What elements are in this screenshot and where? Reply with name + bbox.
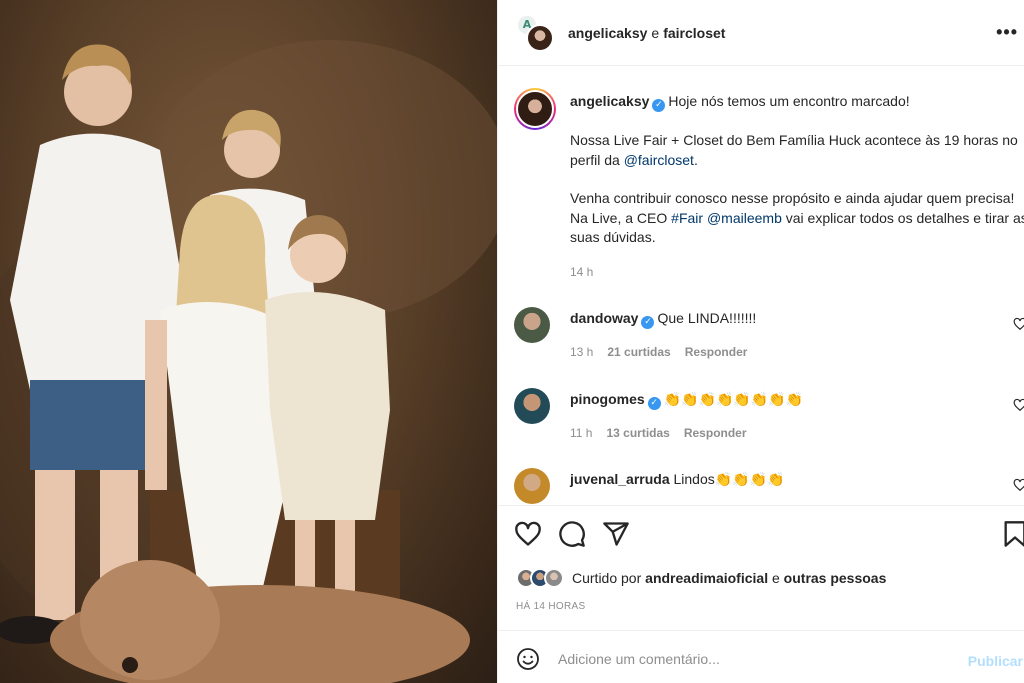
post-side-panel: A angelicaksy e faircloset ••• angelicaksy…: [497, 0, 1024, 683]
verified-badge-icon: ✓: [647, 397, 661, 410]
comment-username[interactable]: juvenal_arruda: [570, 471, 670, 487]
reply-button[interactable]: Responder: [684, 426, 747, 440]
emoji-smiley-icon[interactable]: [516, 647, 540, 671]
comment-meta: 13 h 21 curtidas Responder: [570, 345, 761, 359]
liked-by-user[interactable]: andreadimaioficial: [645, 570, 768, 586]
comment-time[interactable]: 11 h: [570, 426, 592, 440]
comment-text: Lindos👏👏👏👏: [673, 471, 785, 487]
caption-text: angelicaksy ✓ Hoje nós temos um encontro m…: [570, 92, 1024, 282]
comment-username[interactable]: dandoway: [570, 310, 638, 326]
comment-username[interactable]: pinogomes: [570, 391, 645, 407]
comment-like-heart-icon[interactable]: [1013, 478, 1024, 492]
liked-prefix: Curtido por: [572, 570, 642, 586]
caption-line-1: Hoje nós temos um encontro marcado!: [668, 93, 910, 109]
caption-paragraph-2: Nossa Live Fair + Closet do Bem Família …: [570, 131, 1024, 170]
add-comment-bar: Publicar: [498, 630, 1024, 683]
comment-like-heart-icon[interactable]: [1013, 317, 1024, 331]
liked-others[interactable]: outras pessoas: [784, 570, 887, 586]
comment-body: juvenal_arruda Lindos👏👏👏👏: [570, 471, 784, 488]
mention-faircloset[interactable]: @faircloset: [624, 152, 694, 168]
comment-avatar-pinogomes[interactable]: [514, 388, 550, 424]
more-horizontal-icon[interactable]: •••: [996, 22, 1018, 43]
mention-maileemb[interactable]: @maileemb: [707, 210, 782, 226]
post-actions: [498, 505, 1024, 560]
comment-bubble-icon[interactable]: [558, 520, 586, 548]
post-header: A angelicaksy e faircloset •••: [498, 0, 1024, 66]
header-username-2[interactable]: faircloset: [663, 25, 725, 41]
comment-body: dandoway ✓ Que LINDA!!!!!!!: [570, 310, 756, 329]
comment-body: pinogomes ✓ 👏👏👏👏👏👏👏👏: [570, 391, 803, 410]
caption-time[interactable]: 14 h: [570, 263, 1024, 283]
caption-p2-end: .: [693, 151, 698, 168]
comment-likes[interactable]: 21 curtidas: [607, 345, 670, 359]
caption-paragraph-3: Venha contribuir conosco nesse propósito…: [570, 189, 1024, 248]
liked-by-text: Curtido por andreadimaioficial e outras …: [572, 570, 886, 586]
family-photo-illustration: [0, 40, 497, 683]
comment-likes[interactable]: 13 curtidas: [606, 426, 669, 440]
liker-avatar[interactable]: [544, 568, 564, 588]
liked-middle: e: [771, 570, 780, 586]
post-photo[interactable]: [0, 0, 497, 683]
post-timestamp[interactable]: HÁ 14 HORAS: [516, 601, 585, 612]
publish-button[interactable]: Publicar: [968, 653, 1023, 669]
angelicaksy-avatar[interactable]: [526, 23, 554, 52]
header-conjunction: e: [651, 24, 660, 41]
collab-usernames: angelicaksy e faircloset: [568, 25, 725, 41]
save-bookmark-icon[interactable]: [1001, 520, 1024, 548]
hashtag-fair[interactable]: #Fair: [671, 210, 703, 226]
comment-input[interactable]: [558, 651, 938, 667]
comment-text: Que LINDA!!!!!!!: [657, 310, 757, 326]
reply-button[interactable]: Responder: [685, 345, 748, 359]
comment-item: dandoway ✓ Que LINDA!!!!!!! 13 h 21 curtida…: [514, 307, 1024, 367]
comment-avatar-dandoway[interactable]: [514, 307, 550, 343]
comment-avatar-juvenal-arruda[interactable]: [514, 468, 550, 504]
comment-item: juvenal_arruda Lindos👏👏👏👏: [514, 468, 1024, 504]
caption-avatar[interactable]: [514, 88, 556, 130]
comment-text: 👏👏👏👏👏👏👏👏: [663, 391, 804, 407]
header-username-1[interactable]: angelicaksy: [568, 25, 647, 41]
verified-badge-icon: ✓: [641, 316, 655, 329]
comment-item: pinogomes ✓ 👏👏👏👏👏👏👏👏 11 h 13 curtidas Respon…: [514, 388, 1024, 448]
like-heart-icon[interactable]: [514, 520, 542, 548]
caption-username[interactable]: angelicaksy: [570, 93, 649, 109]
comment-like-heart-icon[interactable]: [1013, 398, 1024, 412]
liked-by: Curtido por andreadimaioficial e outras …: [516, 566, 886, 590]
comment-meta: 11 h 13 curtidas Responder: [570, 426, 761, 440]
verified-badge-icon: ✓: [652, 99, 666, 112]
collab-avatars[interactable]: A: [516, 13, 554, 52]
share-paper-plane-icon[interactable]: [602, 520, 630, 548]
comment-time[interactable]: 13 h: [570, 345, 593, 359]
